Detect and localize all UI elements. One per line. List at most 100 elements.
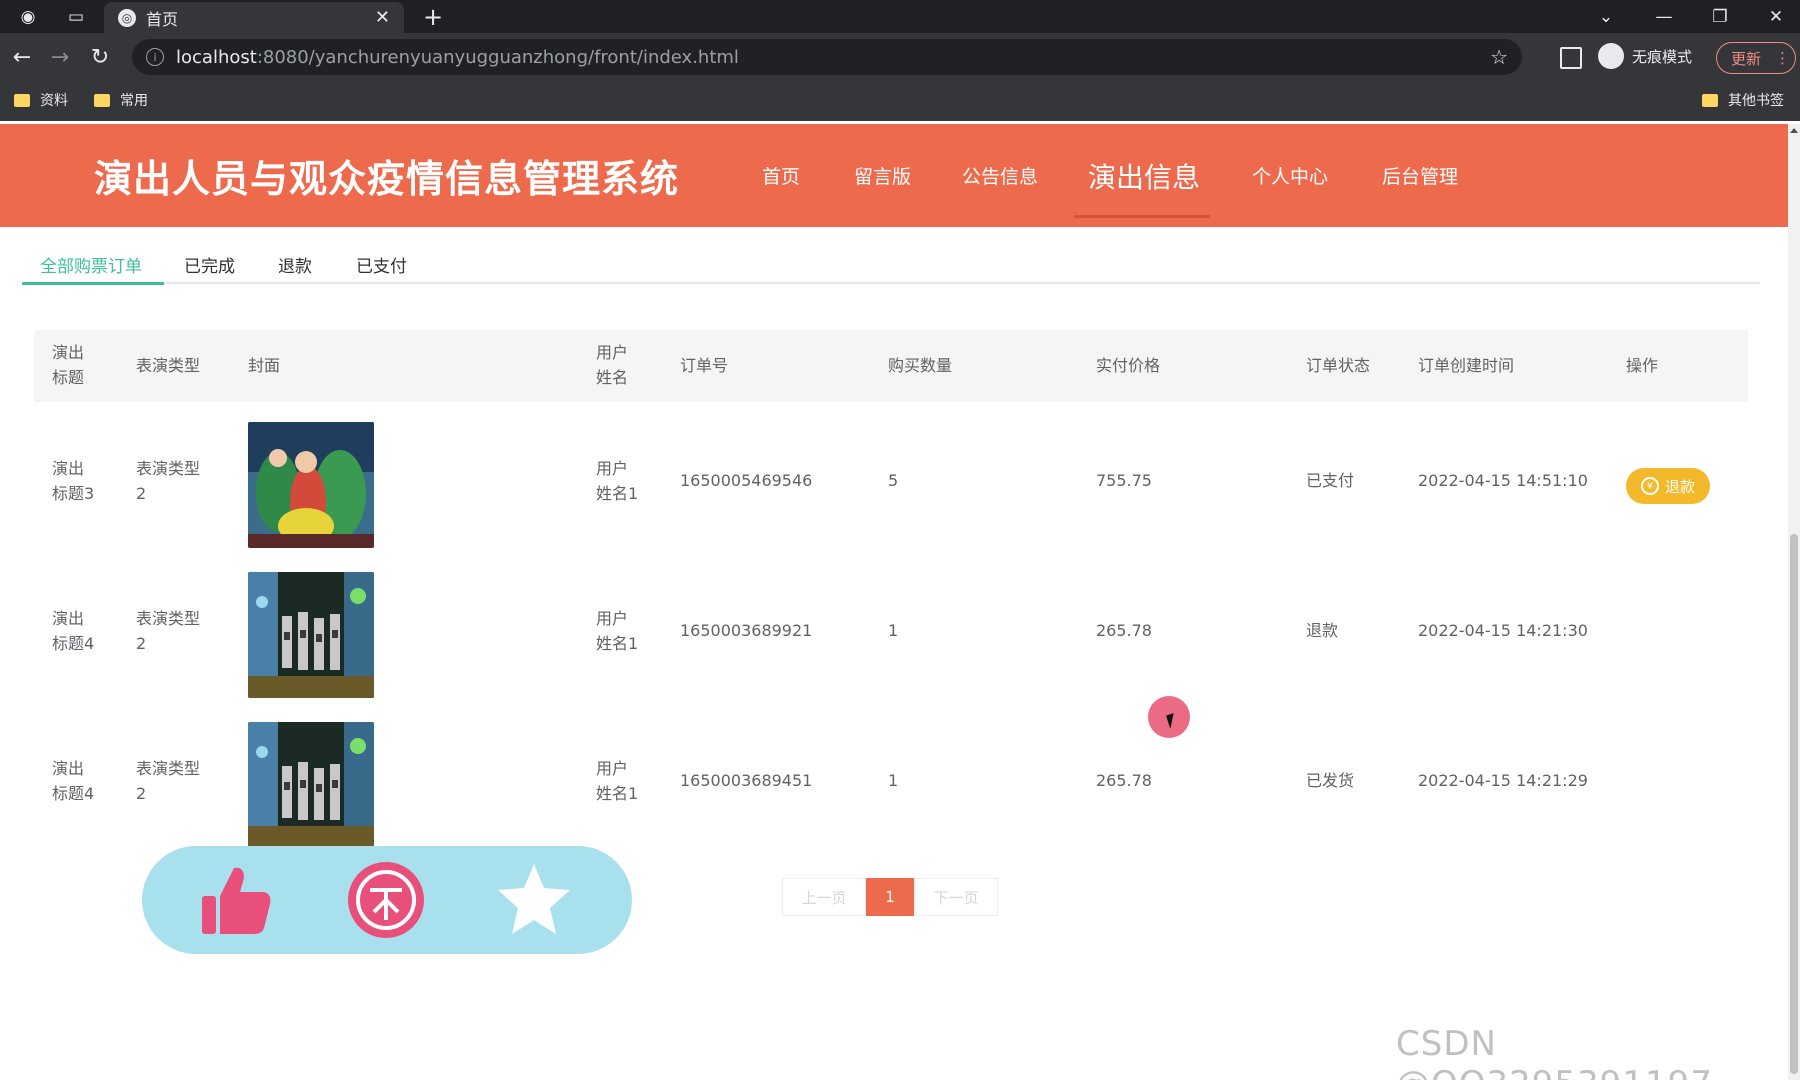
active-tab-indicator	[22, 282, 164, 285]
table-row: 演出 标题4 表演类型 2	[34, 708, 1748, 858]
pagination: 上一页 1 下一页	[782, 878, 998, 916]
cell-qty: 5	[888, 471, 899, 490]
tab-completed[interactable]: 已完成	[184, 244, 235, 284]
refund-button[interactable]: ¥ 退款	[1626, 468, 1710, 504]
tab-all-orders[interactable]: 全部购票订单	[40, 244, 142, 284]
close-tab-icon[interactable]: ✕	[375, 7, 390, 28]
cell-title: 演出 标题3	[52, 459, 95, 503]
scroll-up-icon[interactable]	[1790, 128, 1798, 133]
thumbs-up-icon[interactable]	[196, 860, 276, 940]
order-tabs: 全部购票订单 已完成 退款 已支付	[22, 244, 1760, 285]
cell-price: 265.78	[1096, 771, 1152, 790]
url-text: localhost:8080/yanchurenyuanyugguanzhong…	[176, 46, 739, 68]
site-info-icon[interactable]: i	[146, 48, 164, 66]
tab-refund[interactable]: 退款	[278, 244, 312, 284]
cell-created: 2022-04-15 14:21:29	[1418, 771, 1588, 790]
refund-label: 退款	[1664, 477, 1695, 496]
page-number-current[interactable]: 1	[866, 878, 914, 916]
cell-order-no: 1650005469546	[680, 471, 813, 490]
close-window-icon[interactable]: ✕	[1756, 0, 1796, 33]
cell-created: 2022-04-15 14:51:10	[1418, 471, 1588, 490]
table-row: 演出 标题3 表演类型 2 用户 姓名1 1650005469546 5 755…	[34, 408, 1748, 558]
coin-icon[interactable]	[346, 860, 426, 940]
star-icon[interactable]	[494, 860, 574, 940]
cover-image[interactable]	[248, 422, 374, 548]
bookmarks-bar: 资料 常用 其他书签	[0, 81, 1800, 119]
nav-admin[interactable]: 后台管理	[1382, 124, 1458, 227]
tab-list-chevron-icon[interactable]: ⌄	[1586, 0, 1626, 33]
folder-icon	[1702, 93, 1718, 107]
nav-performances[interactable]: 演出信息	[1088, 124, 1200, 227]
more-menu-icon: ⋮	[1775, 49, 1791, 67]
bookmark-label: 资料	[40, 93, 68, 109]
tab-search-icon[interactable]: ▭	[56, 0, 96, 33]
globe-icon: ◎	[118, 8, 136, 27]
update-label: 更新	[1731, 49, 1762, 68]
nav-personal-center[interactable]: 个人中心	[1252, 124, 1328, 227]
nav-home[interactable]: 首页	[762, 124, 800, 227]
cell-title: 演出 标题4	[52, 609, 95, 653]
header-cover: 封面	[248, 356, 281, 375]
header-order-no: 订单号	[680, 356, 729, 375]
next-page-button[interactable]: 下一页	[914, 878, 998, 916]
browser-tab[interactable]: ◎ 首页 ✕	[104, 2, 404, 33]
cell-user: 用户 姓名1	[596, 759, 639, 803]
header-title: 演出 标题	[52, 343, 85, 387]
tab-title: 首页	[146, 9, 179, 29]
coin-icon: ¥	[1640, 477, 1659, 495]
address-bar[interactable]: i localhost:8080/yanchurenyuanyugguanzho…	[132, 39, 1522, 75]
page-scrollbar[interactable]	[1788, 124, 1800, 1080]
incognito-label: 无痕模式	[1632, 47, 1693, 66]
header-price: 实付价格	[1096, 356, 1161, 375]
header-type: 表演类型	[136, 356, 201, 375]
page-content: 演出人员与观众疫情信息管理系统 首页 留言版 公告信息 演出信息 个人中心 后台…	[0, 124, 1788, 1080]
header-status: 订单状态	[1306, 356, 1371, 375]
site-title: 演出人员与观众疫情信息管理系统	[94, 157, 680, 201]
update-button[interactable]: 更新 ⋮	[1716, 42, 1796, 74]
incognito-indicator[interactable]: 无痕模式	[1598, 43, 1692, 69]
header-created: 订单创建时间	[1418, 356, 1515, 375]
browser-toolbar: ← → ↻ i localhost:8080/yanchurenyuanyugg…	[0, 33, 1800, 121]
cell-status: 已支付	[1306, 471, 1355, 490]
cell-order-no: 1650003689451	[680, 771, 813, 790]
nav-announcements[interactable]: 公告信息	[962, 124, 1038, 227]
folder-icon	[94, 93, 110, 107]
minimize-icon[interactable]: —	[1644, 0, 1684, 33]
back-icon[interactable]: ←	[6, 41, 38, 73]
cell-type: 表演类型 2	[136, 459, 201, 503]
cell-status: 退款	[1306, 621, 1339, 640]
floating-action-bar	[142, 846, 632, 954]
side-panel-icon[interactable]	[1560, 47, 1582, 69]
scrollbar-thumb[interactable]	[1790, 534, 1798, 1074]
header-user: 用户 姓名	[596, 343, 629, 387]
table-row: 演出 标题4 表演类型 2	[34, 558, 1748, 708]
incognito-icon	[1598, 43, 1624, 69]
bookmark-folder-ziliao[interactable]: 资料	[14, 90, 68, 110]
cell-qty: 1	[888, 621, 899, 640]
cell-qty: 1	[888, 771, 899, 790]
browser-tab-strip: ◉ ▭ ◎ 首页 ✕ + ⌄ — ❐ ✕	[0, 0, 1800, 33]
restore-icon[interactable]: ❐	[1700, 0, 1740, 33]
watermark: CSDN @QQ3295391197	[1396, 1024, 1712, 1080]
cell-price: 755.75	[1096, 471, 1152, 490]
cell-price: 265.78	[1096, 621, 1152, 640]
nav-message-board[interactable]: 留言版	[854, 124, 911, 227]
cell-order-no: 1650003689921	[680, 621, 813, 640]
table-header: 演出 标题 表演类型 封面 用户 姓名 订单号 购买数量 实付价格 订单状态 订…	[34, 330, 1748, 402]
cover-image[interactable]	[248, 572, 374, 698]
tab-paid[interactable]: 已支付	[356, 244, 407, 284]
bookmark-folder-changyong[interactable]: 常用	[94, 90, 148, 110]
header-qty: 购买数量	[888, 356, 953, 375]
reload-icon[interactable]: ↻	[84, 41, 116, 73]
new-tab-icon[interactable]: +	[418, 2, 448, 32]
cell-user: 用户 姓名1	[596, 609, 639, 653]
prev-page-button[interactable]: 上一页	[782, 878, 866, 916]
nav-active-underline	[1074, 215, 1210, 218]
bookmark-label: 常用	[120, 93, 148, 109]
other-bookmarks[interactable]: 其他书签	[1702, 90, 1784, 110]
cover-image[interactable]	[248, 722, 374, 848]
browser-menu-icon[interactable]: ◉	[8, 0, 48, 33]
forward-icon[interactable]: →	[44, 41, 76, 73]
bookmark-star-icon[interactable]: ☆	[1490, 45, 1508, 69]
site-header: 演出人员与观众疫情信息管理系统 首页 留言版 公告信息 演出信息 个人中心 后台…	[0, 124, 1788, 227]
